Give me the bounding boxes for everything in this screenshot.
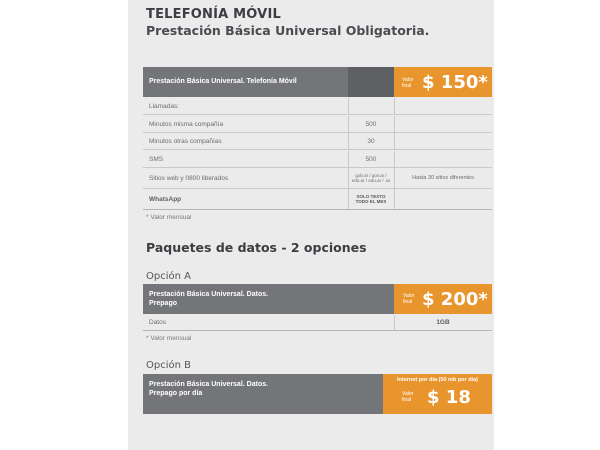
table-row: SMS 500 xyxy=(143,151,492,168)
option-a-header: Prestación Básica Universal. Datos. Prep… xyxy=(143,284,394,314)
option-a-price: $ 200* xyxy=(422,289,488,310)
plan-price-box: Valor final $ 150* xyxy=(394,67,492,97)
divider xyxy=(394,133,395,149)
table-row: Datos 1GB xyxy=(143,315,492,331)
page-title: TELEFONÍA MÓVIL xyxy=(146,7,281,22)
value-label-line2: final xyxy=(402,397,412,403)
row-value-whatsapp: SOLO TEXTO TODO EL MES xyxy=(355,194,387,204)
section-title: Paquetes de datos - 2 opciones xyxy=(146,240,367,255)
row-extra: Hasta 30 sitios diferentes xyxy=(412,175,474,181)
row-value: 500 xyxy=(365,120,377,128)
divider xyxy=(348,168,349,188)
option-b-header: Prestación Básica Universal. Datos. Prep… xyxy=(143,374,383,414)
plan-header: Prestación Básica Universal. Telefonía M… xyxy=(143,67,348,97)
plan-note: * Valor mensual xyxy=(146,214,192,221)
table-row: Minutos otras compañías 30 xyxy=(143,133,492,150)
row-label: WhatsApp xyxy=(149,195,182,203)
row-label: Minutos otras compañías xyxy=(149,137,222,145)
plan-header-spacer xyxy=(348,67,394,97)
option-a-note: * Valor mensual xyxy=(146,335,192,342)
row-value: 500 xyxy=(365,155,377,163)
plan-price: $ 150* xyxy=(422,72,488,93)
divider xyxy=(394,98,395,114)
option-a-header-text: Prestación Básica Universal. Datos. Prep… xyxy=(149,290,268,308)
row-label: Minutos misma compañía xyxy=(149,120,224,128)
table-row: Sitios web y 0800 liberados gob.ar / gov… xyxy=(143,168,492,189)
option-b-price: $ 18 xyxy=(427,387,471,408)
table-row: WhatsApp SOLO TEXTO TODO EL MES xyxy=(143,189,492,210)
divider xyxy=(394,116,395,132)
option-b-internet-label: Internet por día (50 mb por día) xyxy=(397,377,478,383)
row-label: Llamadas: xyxy=(149,102,179,110)
table-row: Llamadas: xyxy=(143,98,492,115)
value-label-line2: final xyxy=(402,83,412,89)
option-a-label: Opción A xyxy=(146,271,191,282)
value-label-line2: final xyxy=(403,299,413,305)
table-row: Minutos misma compañía 500 xyxy=(143,116,492,133)
header-line1: Prestación Básica Universal. Datos. xyxy=(149,291,269,298)
option-b-header-text: Prestación Básica Universal. Datos. Prep… xyxy=(149,380,268,398)
divider xyxy=(348,189,349,209)
plan-value-label: Valor final xyxy=(402,77,413,89)
row-label: SMS xyxy=(149,155,164,163)
row-value: 1GB xyxy=(436,319,450,326)
divider xyxy=(394,151,395,167)
row-label: Sitios web y 0800 liberados xyxy=(149,174,229,182)
option-a-value-label: Valor final xyxy=(403,293,414,305)
header-line1: Prestación Básica Universal. Datos. xyxy=(149,381,269,388)
page-subtitle: Prestación Básica Universal Obligatoria. xyxy=(146,23,430,38)
divider xyxy=(394,189,395,209)
option-a-price-box: Valor final $ 200* xyxy=(394,284,492,314)
option-b-price-box: Internet por día (50 mb por día) Valor f… xyxy=(383,374,492,414)
option-b-label: Opción B xyxy=(146,360,191,371)
header-line2: Prepago xyxy=(149,300,178,307)
row-value-domains: gob.ar / gov.ar / edu.ar / edu.ar / .ar xyxy=(351,173,391,183)
divider xyxy=(348,98,349,114)
header-line2: Prepago por día xyxy=(149,390,203,397)
plan-header-label: Prestación Básica Universal. Telefonía M… xyxy=(149,78,297,85)
option-b-value-label: Valor final xyxy=(402,391,413,403)
row-label: Datos xyxy=(149,319,166,326)
row-value: 30 xyxy=(367,137,375,145)
